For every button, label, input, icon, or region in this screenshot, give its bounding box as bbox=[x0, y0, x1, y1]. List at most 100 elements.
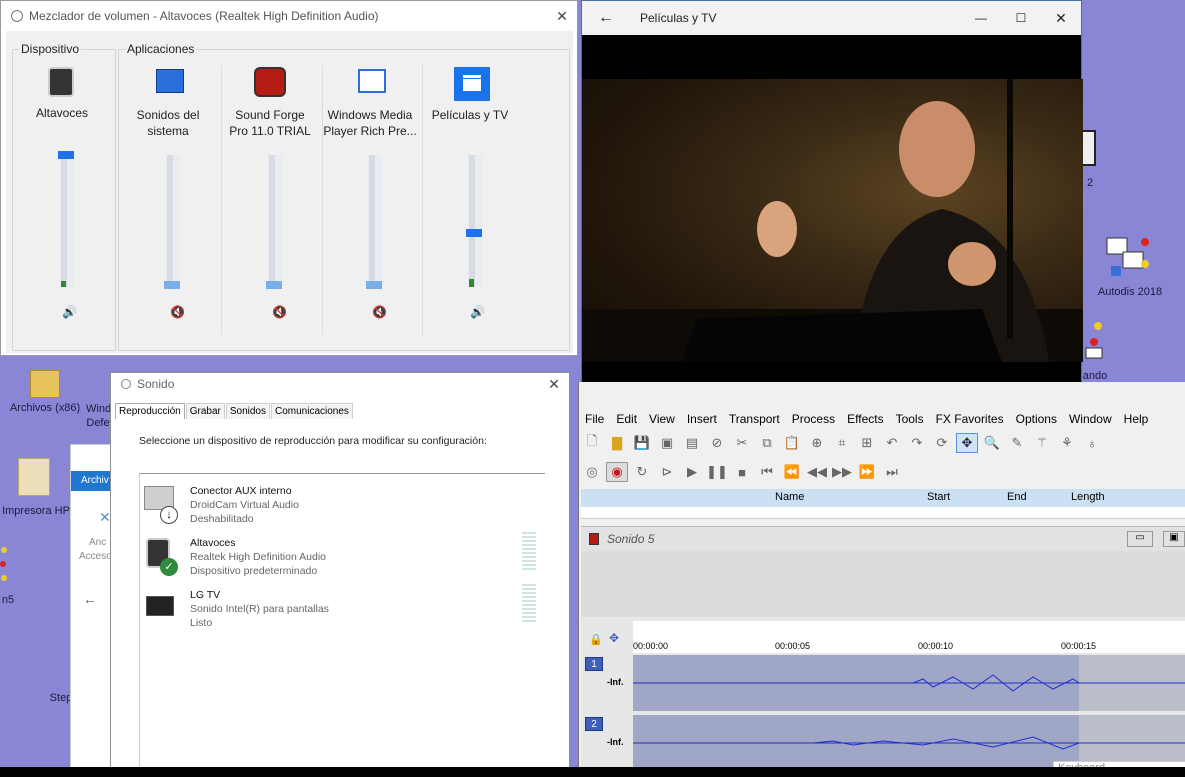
menu-transport[interactable]: Transport bbox=[729, 412, 780, 426]
volume-slider-altavoces[interactable] bbox=[58, 151, 74, 287]
magnify-icon[interactable]: 🔍 bbox=[981, 433, 1003, 453]
prev-icon[interactable]: ⏪ bbox=[781, 462, 803, 482]
minimize-icon[interactable]: — bbox=[961, 11, 1001, 25]
menu-process[interactable]: Process bbox=[792, 412, 835, 426]
tab-sonidos[interactable]: Sonidos bbox=[225, 403, 270, 419]
open-folder-icon[interactable]: ▇ bbox=[606, 433, 628, 453]
menu-effects[interactable]: Effects bbox=[847, 412, 883, 426]
envelope-icon[interactable]: ⚚ bbox=[1031, 433, 1053, 453]
lock-icon[interactable]: 🔒 bbox=[589, 633, 603, 646]
slider-thumb[interactable] bbox=[466, 229, 482, 237]
col-length[interactable]: Length bbox=[1071, 491, 1105, 503]
maximize-icon[interactable]: ☐ bbox=[1001, 11, 1041, 25]
play-icon[interactable]: ▶ bbox=[681, 462, 703, 482]
doc-restore-icon[interactable]: ▣ bbox=[1163, 531, 1185, 547]
explorer-pin-icon[interactable]: ✕ bbox=[99, 509, 111, 526]
volume-slider-wmp[interactable] bbox=[366, 155, 382, 289]
slider-thumb[interactable] bbox=[366, 281, 382, 289]
doc-minimize-icon[interactable]: ▭ bbox=[1127, 531, 1153, 547]
menu-view[interactable]: View bbox=[649, 412, 675, 426]
tab-comunicaciones[interactable]: Comunicaciones bbox=[270, 403, 353, 419]
timeline-ruler[interactable]: 00:00:00 00:00:05 00:00:10 00:00:15 bbox=[633, 621, 1185, 653]
menu-insert[interactable]: Insert bbox=[687, 412, 717, 426]
save-icon[interactable]: 💾 bbox=[631, 433, 653, 453]
explorer-tab[interactable]: Archiv bbox=[71, 471, 113, 491]
device-conector-aux[interactable]: ↓ Conector AUX interno DroidCam Virtual A… bbox=[144, 484, 544, 532]
menu-edit[interactable]: Edit bbox=[616, 412, 637, 426]
autodesk-icon[interactable] bbox=[1105, 234, 1153, 282]
close-icon[interactable]: ✕ bbox=[547, 8, 577, 25]
video-frame[interactable] bbox=[582, 79, 1083, 379]
close-icon[interactable]: ✕ bbox=[1041, 10, 1081, 27]
channel-2-badge[interactable]: 2 bbox=[585, 717, 603, 731]
copy-icon[interactable]: ⧉ bbox=[756, 433, 778, 453]
autodesk-icon-left[interactable] bbox=[0, 544, 12, 584]
slider-thumb[interactable] bbox=[266, 281, 282, 289]
undo-icon[interactable]: ↶ bbox=[881, 433, 903, 453]
volume-slider-sonidos[interactable] bbox=[164, 155, 180, 289]
tab-reproduccion[interactable]: Reproducción bbox=[115, 403, 185, 419]
muted-speaker-icon[interactable]: 🔇 bbox=[170, 305, 185, 319]
record-icon[interactable]: ◉ bbox=[606, 462, 628, 482]
menu-help[interactable]: Help bbox=[1124, 412, 1149, 426]
paste-icon[interactable]: 📋 bbox=[781, 433, 803, 453]
redo-icon[interactable]: ↷ bbox=[906, 433, 928, 453]
render-icon[interactable]: ▤ bbox=[681, 433, 703, 453]
pencil-icon[interactable]: ✎ bbox=[1006, 433, 1028, 453]
go-end-icon[interactable]: ⏭ bbox=[881, 462, 903, 482]
waveform-channel-1[interactable] bbox=[633, 655, 1185, 711]
slider-thumb[interactable] bbox=[164, 281, 180, 289]
menu-window[interactable]: Window bbox=[1069, 412, 1112, 426]
new-file-icon[interactable]: 🗋 bbox=[581, 433, 603, 453]
col-start[interactable]: Start bbox=[927, 491, 950, 503]
mixer-titlebar: Mezclador de volumen - Altavoces (Realte… bbox=[1, 1, 577, 31]
col-name[interactable]: Name bbox=[775, 491, 804, 503]
mix-icon[interactable]: ⊕ bbox=[806, 433, 828, 453]
pause-icon[interactable]: ❚❚ bbox=[706, 462, 728, 482]
next-icon[interactable]: ⏩ bbox=[856, 462, 878, 482]
explorer-back-icon[interactable]: ← bbox=[83, 591, 97, 607]
desktop-icon-archivos[interactable] bbox=[30, 370, 60, 398]
muted-speaker-icon[interactable]: 🔇 bbox=[272, 305, 287, 319]
cut-icon[interactable]: ✂ bbox=[731, 433, 753, 453]
regions-list-row[interactable] bbox=[581, 507, 1185, 519]
trim-icon[interactable]: ⊞ bbox=[856, 433, 878, 453]
close-icon[interactable]: ✕ bbox=[539, 376, 569, 393]
properties-icon[interactable]: ⊘ bbox=[706, 433, 728, 453]
speaker-icon[interactable]: 🔊 bbox=[62, 305, 77, 319]
loop-icon[interactable]: ↻ bbox=[631, 462, 653, 482]
menu-tools[interactable]: Tools bbox=[896, 412, 924, 426]
stop-icon[interactable]: ■ bbox=[731, 462, 753, 482]
tab-grabar[interactable]: Grabar bbox=[185, 403, 225, 419]
plugin-icon[interactable]: ♁ bbox=[1081, 433, 1103, 453]
record-off-icon[interactable]: ◎ bbox=[581, 462, 603, 482]
crop-icon[interactable]: ⌗ bbox=[831, 433, 853, 453]
snap-icon[interactable]: ✥ bbox=[609, 631, 619, 645]
event-icon[interactable]: ⚘ bbox=[1056, 433, 1078, 453]
muted-speaker-icon[interactable]: 🔇 bbox=[372, 305, 387, 319]
go-start-icon[interactable]: ⏮ bbox=[756, 462, 778, 482]
volume-slider-sound-forge[interactable] bbox=[266, 155, 282, 289]
channel-1-badge[interactable]: 1 bbox=[585, 657, 603, 671]
overview-area[interactable] bbox=[581, 551, 1185, 617]
back-arrow-icon[interactable]: ← bbox=[582, 9, 630, 27]
slider-thumb[interactable] bbox=[58, 151, 74, 159]
device-lg-tv[interactable]: LG TV Sonido Intel(R) para pantallas Listo bbox=[144, 584, 544, 636]
desktop-label-2: 2 bbox=[1086, 177, 1094, 189]
col-end[interactable]: End bbox=[1007, 491, 1027, 503]
menu-fx-favorites[interactable]: FX Favorites bbox=[936, 412, 1004, 426]
device-list: ↓ Conector AUX interno DroidCam Virtual A… bbox=[139, 473, 545, 773]
forward-icon[interactable]: ▶▶ bbox=[831, 462, 853, 482]
repeat-icon[interactable]: ⟳ bbox=[931, 433, 953, 453]
menu-options[interactable]: Options bbox=[1016, 412, 1057, 426]
desktop-icon-impresora[interactable] bbox=[18, 458, 50, 496]
save-as-icon[interactable]: ▣ bbox=[656, 433, 678, 453]
edit-tool-icon[interactable]: ✥ bbox=[956, 433, 978, 453]
volume-slider-peliculas[interactable] bbox=[466, 155, 482, 287]
play-all-icon[interactable]: ⊳ bbox=[656, 462, 678, 482]
speaker-icon[interactable]: 🔊 bbox=[470, 305, 485, 319]
autodesk-icon-2[interactable] bbox=[1082, 320, 1112, 360]
menu-file[interactable]: File bbox=[585, 412, 604, 426]
rewind-icon[interactable]: ◀◀ bbox=[806, 462, 828, 482]
device-altavoces[interactable]: ✓ Altavoces Realtek High Definition Audio… bbox=[144, 532, 544, 584]
